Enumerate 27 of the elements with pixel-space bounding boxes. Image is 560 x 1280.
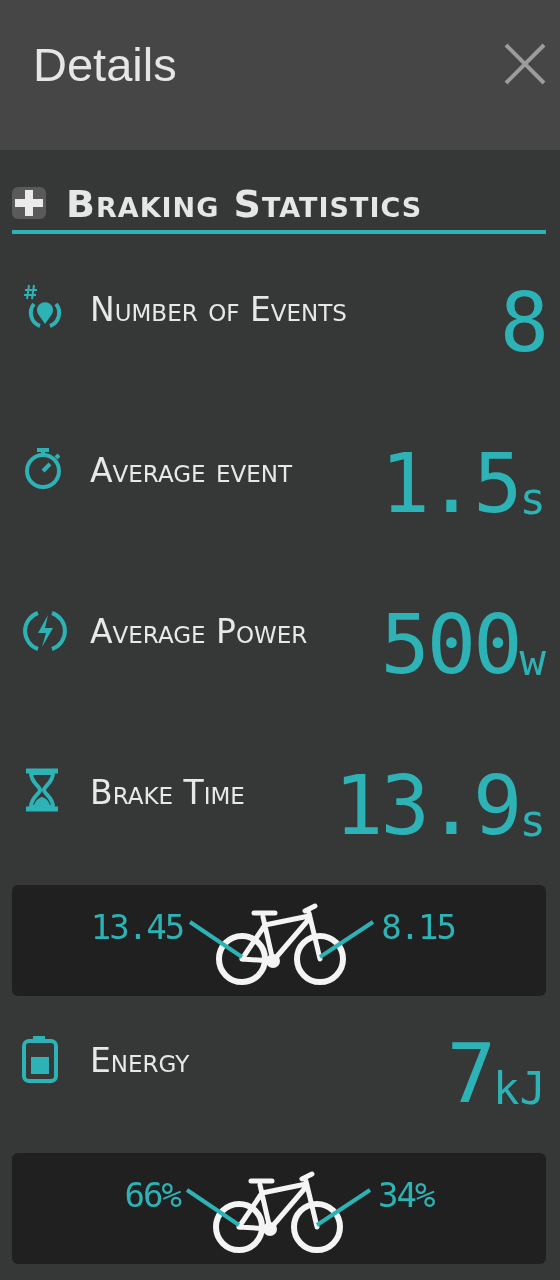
- metric-label: Energy: [90, 1041, 191, 1080]
- leader-line: [189, 919, 244, 959]
- metric-value: 7: [446, 1033, 493, 1115]
- metric-value: 500: [380, 604, 520, 686]
- metric-label: Brake Time: [90, 773, 246, 812]
- metric-label: Average Power: [90, 612, 309, 651]
- metric-value: 1.5: [380, 443, 520, 525]
- metric-label: Number of Events: [90, 290, 348, 329]
- close-icon[interactable]: [504, 43, 546, 85]
- panel-title: Details: [33, 36, 177, 92]
- unit-label: w: [519, 638, 546, 682]
- battery-icon: [20, 1035, 60, 1085]
- unit-label: kJ: [493, 1067, 546, 1111]
- metric-value: 13.9: [334, 765, 520, 847]
- unit-label: s: [519, 799, 546, 843]
- leader-line: [315, 1187, 372, 1227]
- front-value: 34%: [378, 1174, 435, 1215]
- rear-value: 13.45: [90, 906, 184, 947]
- leader-line: [185, 1187, 241, 1227]
- front-value: 8.15: [381, 906, 457, 947]
- metric-label: Average event: [90, 451, 294, 490]
- metric-value: 8: [499, 282, 546, 364]
- section-title: Braking Statistics: [66, 182, 423, 226]
- expand-icon[interactable]: [12, 187, 48, 221]
- unit-label: s: [519, 477, 546, 521]
- rear-value: 66%: [123, 1174, 180, 1215]
- leader-line: [319, 919, 375, 959]
